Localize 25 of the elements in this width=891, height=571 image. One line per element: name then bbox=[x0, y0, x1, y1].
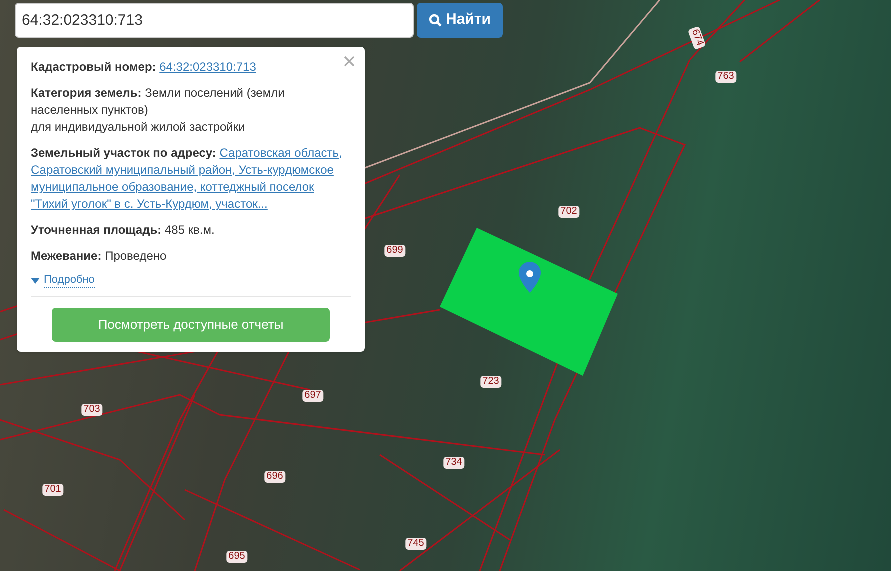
parcel-number: 723 bbox=[480, 376, 502, 388]
parcel-number: 699 bbox=[384, 245, 406, 257]
selected-parcel[interactable] bbox=[440, 228, 618, 376]
info-field: Уточненная площадь: 485 кв.м. bbox=[31, 222, 351, 239]
view-reports-button[interactable]: Посмотреть доступные отчеты bbox=[52, 308, 330, 342]
info-field: Межевание: Проведено bbox=[31, 248, 351, 265]
info-field-with-link: Земельный участок по адресу: Саратовская область, Саратовский муниципальный район, Усть-курдюмское муниципальное образование, коттеджный поселок "Тихий уголок" в с. Усть-Курдюм, участок... bbox=[31, 145, 344, 213]
search-field[interactable]: 64:32:023310:713 bbox=[15, 3, 414, 38]
parcel-number: 763 bbox=[716, 71, 736, 83]
parcel-number: 703 bbox=[82, 404, 102, 416]
parcel-number: 674 bbox=[688, 26, 706, 50]
search-icon bbox=[429, 14, 442, 27]
map-pin-icon[interactable] bbox=[519, 262, 541, 293]
parcel-number: 701 bbox=[42, 484, 64, 496]
caret-down-icon bbox=[31, 278, 40, 284]
info-field-with-link: Кадастровый номер: 64:32:023310:713 bbox=[31, 59, 258, 76]
parcel-number: 696 bbox=[264, 471, 286, 483]
parcel-number: 702 bbox=[558, 206, 580, 218]
parcel-number: 745 bbox=[406, 538, 426, 550]
parcel-number: 695 bbox=[226, 551, 248, 563]
parcel-number: 697 bbox=[302, 390, 324, 402]
parcel-number: 734 bbox=[444, 457, 464, 469]
info-field: Категория земель: Земли поселений (земли населенных пунктов) для индивидуальной жилой застройки bbox=[31, 85, 351, 136]
details-link[interactable]: Подробно bbox=[44, 274, 95, 288]
search-button[interactable]: Найти bbox=[417, 3, 503, 38]
